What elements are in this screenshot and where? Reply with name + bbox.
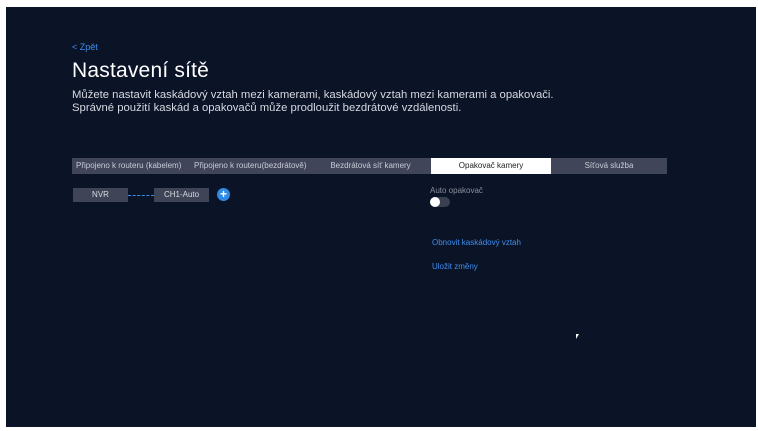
tab-camera-wireless-network[interactable]: Bezdrátová síť kamery — [310, 158, 431, 174]
toggle-knob — [430, 197, 440, 207]
refresh-cascade-link[interactable]: Obnovit kaskádový vztah — [432, 238, 521, 247]
nvr-node[interactable]: NVR — [73, 188, 128, 202]
mouse-pointer-icon — [576, 334, 579, 339]
tab-router-wired[interactable]: Připojeno k routeru (kabelem) — [72, 158, 190, 174]
cascade-link-line — [128, 195, 154, 196]
auto-repeater-toggle[interactable] — [430, 197, 450, 207]
save-changes-link[interactable]: Uložit změny — [432, 262, 478, 271]
page-title: Nastavení sítě — [72, 59, 210, 82]
tab-network-service[interactable]: Síťová služba — [551, 158, 667, 174]
auto-repeater-label: Auto opakovač — [430, 186, 483, 195]
page-description: Můžete nastavit kaskádový vztah mezi kam… — [72, 89, 554, 114]
ch1-node[interactable]: CH1-Auto — [154, 188, 209, 202]
add-camera-plus-icon[interactable]: + — [217, 188, 230, 201]
back-link[interactable]: < Zpět — [72, 42, 98, 52]
network-settings-screen: < Zpět Nastavení sítě Můžete nastavit ka… — [6, 7, 756, 427]
tab-bar: Připojeno k routeru (kabelem) Připojeno … — [72, 158, 667, 174]
tab-router-wireless[interactable]: Připojeno k routeru(bezdrátově) — [190, 158, 310, 174]
tab-camera-repeater[interactable]: Opakovač kamery — [431, 158, 551, 174]
